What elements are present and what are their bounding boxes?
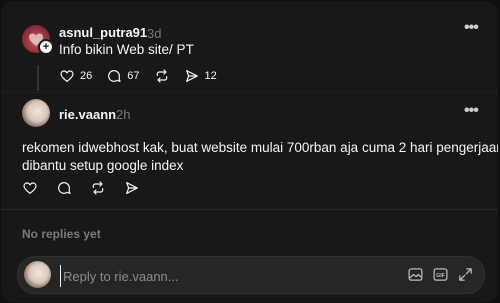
comment-count: 67	[127, 70, 140, 82]
comment-button[interactable]	[56, 180, 72, 196]
no-replies-label: No replies yet	[22, 227, 101, 241]
more-options-icon[interactable]: •••	[464, 19, 479, 37]
like-button[interactable]: 26	[59, 68, 92, 84]
avatar[interactable]	[22, 99, 50, 127]
reply-composer: GIF	[17, 256, 485, 294]
post-text: Info bikin Web site/ PT	[59, 42, 194, 57]
expand-icon[interactable]	[457, 266, 474, 288]
share-count: 12	[204, 70, 217, 82]
post-timestamp: 3d	[147, 26, 162, 41]
reply-actions	[22, 180, 154, 196]
like-button[interactable]	[22, 180, 38, 196]
gif-icon[interactable]: GIF	[432, 266, 449, 288]
thread-panel: + asnul_putra91 3d ••• Info bikin Web si…	[1, 1, 498, 302]
avatar	[24, 261, 51, 288]
post-actions: 26 67 12	[59, 68, 231, 84]
comment-icon	[108, 70, 121, 82]
post-author-username[interactable]: asnul_putra91	[59, 25, 147, 40]
share-button[interactable]: 12	[184, 68, 217, 84]
repost-button[interactable]	[90, 180, 106, 196]
reply-text-line-2: dibantu setup google index	[22, 158, 184, 173]
heart-icon	[60, 70, 74, 82]
divider	[1, 209, 498, 210]
like-count: 26	[80, 70, 93, 82]
repost-icon	[156, 69, 167, 83]
divider	[1, 92, 498, 93]
send-icon	[126, 182, 138, 194]
reply-author-username[interactable]: rie.vaann	[59, 107, 116, 122]
thread-line	[37, 65, 39, 91]
image-icon[interactable]	[407, 266, 424, 288]
repost-button[interactable]	[154, 68, 170, 84]
repost-icon	[92, 181, 104, 195]
follow-plus-icon[interactable]: +	[38, 39, 54, 55]
comment-button[interactable]: 67	[106, 68, 140, 84]
comment-icon	[58, 182, 71, 194]
svg-text:GIF: GIF	[436, 273, 446, 279]
more-options-icon[interactable]: •••	[464, 102, 479, 120]
send-icon	[185, 70, 198, 82]
reply-timestamp: 2h	[116, 107, 131, 122]
share-button[interactable]	[124, 180, 140, 196]
reply-text-line-1: rekomen idwebhost kak, buat website mula…	[22, 140, 498, 155]
heart-icon	[23, 182, 37, 194]
reply-input[interactable]	[60, 265, 355, 287]
